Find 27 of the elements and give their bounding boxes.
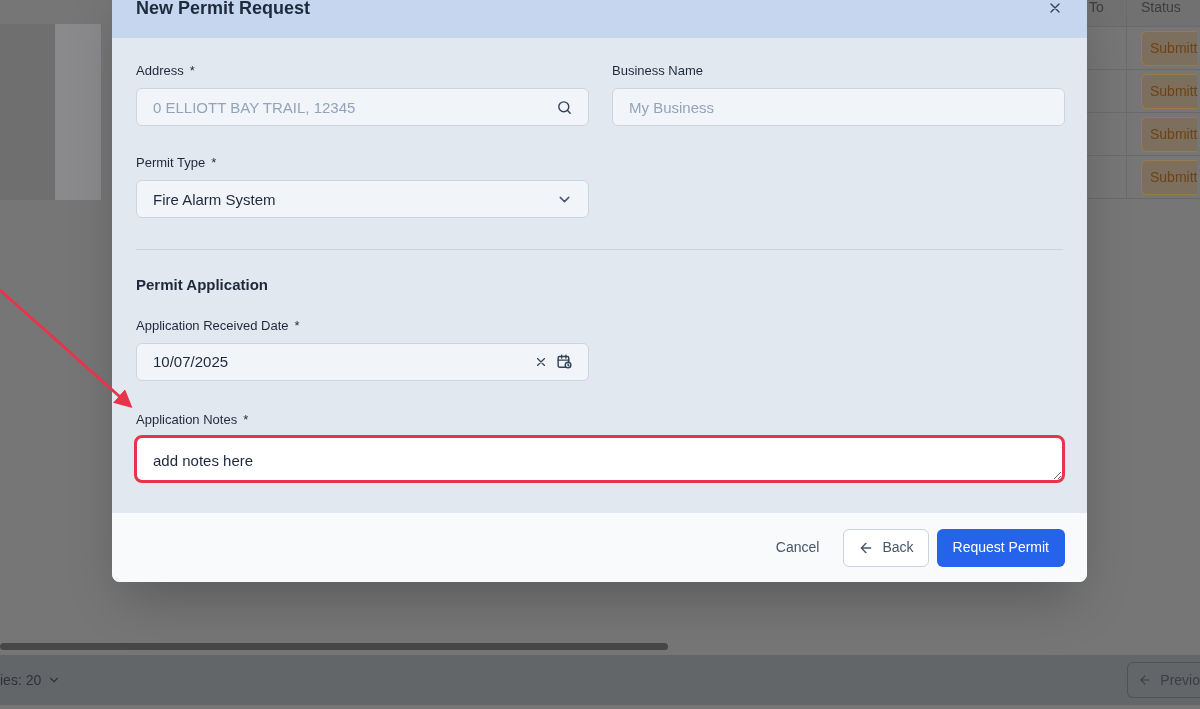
- request-permit-button[interactable]: Request Permit: [936, 528, 1065, 567]
- status-badge: Submitt: [1141, 73, 1198, 109]
- field-label: Application Received Date: [136, 318, 289, 333]
- field-label: Application Notes: [136, 412, 238, 427]
- horizontal-scrollbar[interactable]: [0, 643, 668, 650]
- cancel-button[interactable]: Cancel: [759, 528, 836, 567]
- required-mark: *: [243, 412, 249, 427]
- status-badge: Submitt: [1141, 116, 1198, 152]
- required-mark: *: [211, 156, 217, 170]
- field-label: Address: [136, 64, 184, 78]
- notes-textarea[interactable]: add notes here: [136, 436, 1063, 481]
- required-mark: *: [294, 318, 300, 333]
- required-mark: *: [189, 64, 195, 78]
- section-title: Permit Application: [136, 275, 269, 295]
- status-badge: Submitt: [1141, 30, 1198, 66]
- back-button[interactable]: Back: [843, 528, 929, 567]
- field-label: Permit Type: [136, 156, 206, 170]
- text-field[interactable]: My Business: [612, 88, 1065, 126]
- date-field[interactable]: 10/07/2025: [136, 342, 589, 381]
- field-label: Business Name: [612, 64, 704, 78]
- search-field[interactable]: 0 ELLIOTT BAY TRAIL, 12345: [136, 88, 589, 126]
- arrow-left-icon: [1138, 673, 1153, 687]
- search-icon: [556, 98, 573, 116]
- status-badge: Submitt: [1141, 159, 1198, 195]
- select-field[interactable]: Fire Alarm System: [136, 180, 589, 218]
- calendar-icon: [556, 353, 573, 370]
- modal-title: New Permit Request: [136, 0, 311, 20]
